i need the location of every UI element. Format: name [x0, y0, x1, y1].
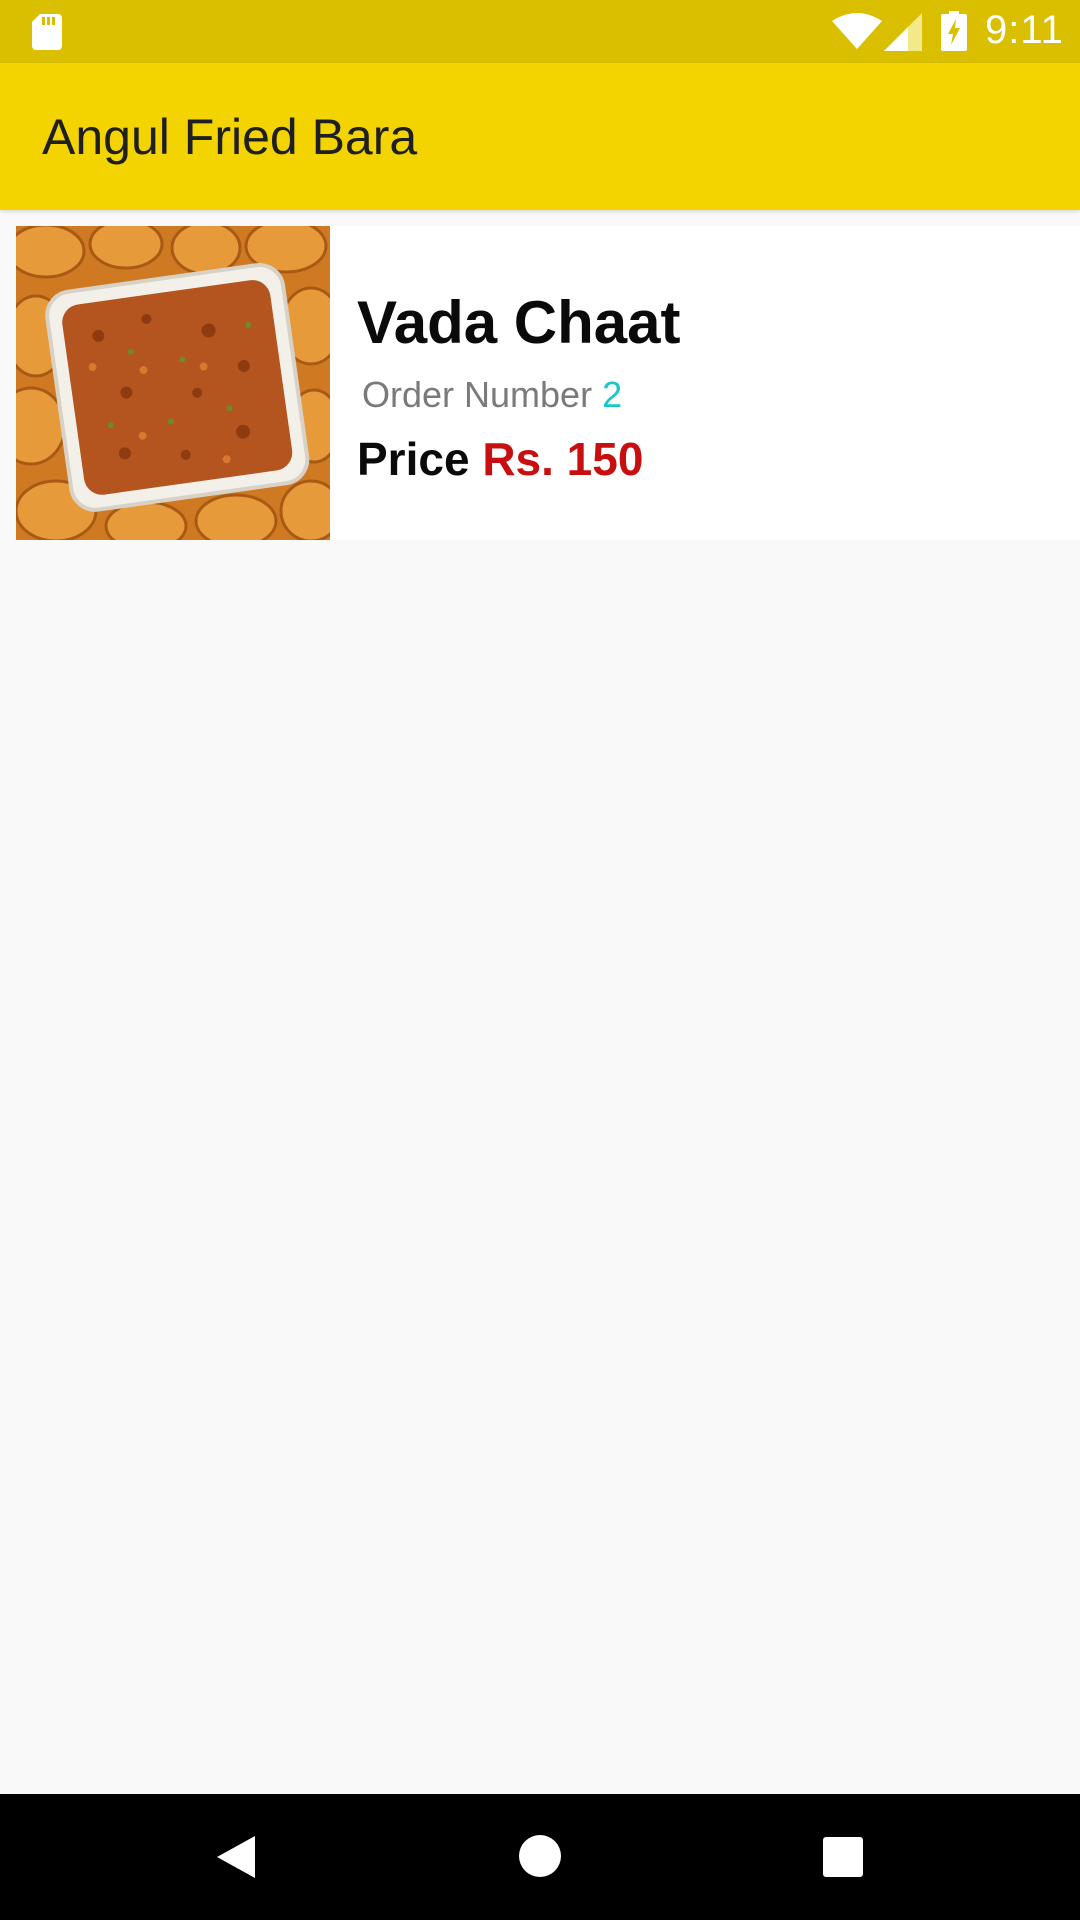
navigation-bar: [0, 1794, 1080, 1920]
recents-icon[interactable]: [822, 1836, 864, 1878]
app-bar: Angul Fried Bara: [0, 63, 1080, 210]
sd-card-icon: [32, 14, 62, 50]
wifi-icon: [832, 13, 882, 49]
app-title: Angul Fried Bara: [42, 109, 418, 165]
vada-chaat-photo: [16, 226, 330, 540]
status-bar: 9:11: [0, 0, 1080, 63]
order-number-row: Order Number 2: [362, 374, 622, 416]
price-row: Price Rs. 150: [357, 432, 643, 486]
order-number-label: Order Number: [362, 374, 593, 415]
signal-icon: [884, 13, 922, 51]
status-time: 9:11: [985, 8, 1064, 52]
food-image-illustration: [16, 226, 330, 540]
menu-item-card[interactable]: Vada Chaat Order Number 2 Price Rs. 150: [16, 226, 1080, 540]
battery-charging-icon: [941, 11, 967, 51]
item-name: Vada Chaat: [357, 289, 681, 356]
order-number-value: 2: [602, 374, 623, 415]
price-label: Price: [357, 433, 470, 485]
back-icon[interactable]: [213, 1834, 259, 1880]
home-icon[interactable]: [518, 1834, 562, 1878]
price-value: Rs. 150: [482, 433, 644, 485]
